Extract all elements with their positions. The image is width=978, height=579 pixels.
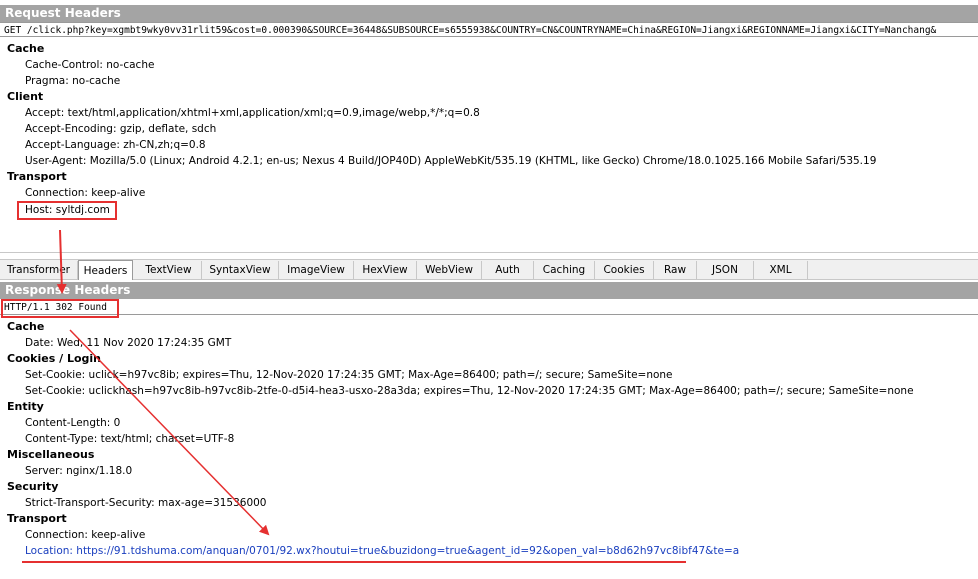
arrow-host-to-status (56, 229, 67, 294)
arrow-status-to-location (69, 329, 270, 536)
annotation-overlay (22, 229, 686, 563)
